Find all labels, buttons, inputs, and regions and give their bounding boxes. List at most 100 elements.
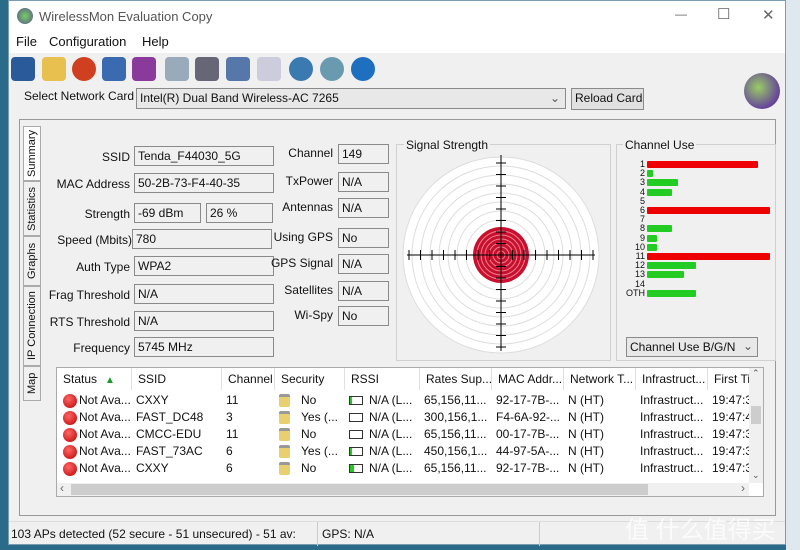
tab-ip-connection[interactable]: IP Connection	[23, 286, 41, 366]
signal-strength-title: Signal Strength	[404, 138, 491, 152]
frequency-field: 5745 MHz	[134, 337, 274, 357]
channel-bar	[647, 234, 657, 242]
table-row[interactable]: Not Ava... CXXY 6 No N/A (L... 65,156,11... 92…	[57, 460, 757, 477]
app-logo	[744, 73, 780, 109]
menu-file[interactable]: File	[16, 34, 37, 49]
column-header-9[interactable]: First Tir	[708, 368, 752, 390]
network-card-select[interactable]: Intel(R) Dual Band Wireless-AC 7265 ⌄	[136, 88, 566, 109]
cell: Yes (...	[301, 410, 338, 424]
column-header-3[interactable]: Security	[275, 368, 345, 390]
minimize-button[interactable]: —	[675, 7, 687, 21]
table-row[interactable]: Not Ava... FAST_73AC 6 Yes (... N/A (L... 450…	[57, 443, 757, 460]
cell: Not Ava...	[79, 410, 131, 424]
column-header-8[interactable]: Infrastruct...	[636, 368, 708, 390]
tab-map[interactable]: Map	[23, 366, 41, 401]
cell: Not Ava...	[79, 461, 131, 475]
cell: Infrastruct...	[640, 427, 704, 441]
cell: 300,156,1...	[424, 410, 488, 424]
reload-cards-button[interactable]: Reload Cards	[571, 88, 644, 110]
column-header-2[interactable]: Channel	[222, 368, 275, 390]
cell: N (HT)	[568, 461, 604, 475]
save-icon[interactable]	[11, 57, 35, 81]
tab-summary[interactable]: Summary	[23, 126, 41, 181]
app-window: WirelessMon Evaluation Copy — ☐ ✕ File C…	[8, 0, 786, 546]
open-folder-icon[interactable]	[42, 57, 66, 81]
scroll-thumb[interactable]	[751, 406, 761, 424]
satellites-label: Satellites	[284, 283, 333, 297]
cell: Not Ava...	[79, 393, 131, 407]
cell: 19:47:3	[712, 393, 752, 407]
maximize-button[interactable]: ☐	[717, 5, 730, 23]
horizontal-scrollbar[interactable]: ‹ ›	[57, 481, 749, 496]
frag-threshold-field: N/A	[134, 284, 274, 304]
auth-type-field: WPA2	[134, 256, 274, 276]
window-title: WirelessMon Evaluation Copy	[39, 9, 213, 24]
scroll-thumb[interactable]	[71, 484, 648, 495]
column-header-4[interactable]: RSSI	[345, 368, 420, 390]
menu-help[interactable]: Help	[142, 34, 169, 49]
channel-bar	[647, 262, 697, 270]
cell: No	[301, 393, 317, 407]
table-row[interactable]: Not Ava... FAST_DC48 3 Yes (... N/A (L... 300…	[57, 409, 757, 426]
cell: 92-17-7B-...	[496, 461, 560, 475]
channel-bar	[647, 170, 654, 178]
channel-bar	[647, 253, 770, 260]
cell: 6	[226, 461, 233, 475]
gps-signal-label: GPS Signal	[270, 256, 333, 270]
cell: Infrastruct...	[640, 393, 704, 407]
cell: 11	[226, 393, 239, 407]
channel-bar	[647, 289, 697, 297]
table-row[interactable]: Not Ava... CXXY 11 No N/A (L... 65,156,11... 9…	[57, 392, 757, 409]
cell: N (HT)	[568, 410, 604, 424]
column-header-label: Security	[281, 372, 325, 386]
wi-spy-label: Wi-Spy	[294, 308, 333, 322]
tab-statistics[interactable]: Statistics	[23, 181, 41, 236]
column-header-5[interactable]: Rates Sup...	[420, 368, 492, 390]
chevron-down-icon: ⌄	[549, 91, 560, 105]
cell: 3	[226, 410, 233, 424]
target-icon[interactable]	[72, 57, 96, 81]
status-aps: 103 APs detected (52 secure - 51 unsecur…	[11, 527, 296, 541]
strength-dbm-field: -69 dBm	[134, 203, 201, 223]
vertical-scrollbar[interactable]: ⌃ ⌄	[749, 368, 763, 483]
auth-type-label: Auth Type	[76, 260, 130, 274]
log-icon[interactable]	[226, 57, 250, 81]
column-header-label: Channel	[228, 372, 273, 386]
table-row[interactable]: Not Ava... CMCC-EDU 11 No N/A (L... 65,156,11…	[57, 426, 757, 443]
channel-bar	[647, 225, 672, 233]
channel-bar	[647, 161, 758, 168]
column-header-6[interactable]: MAC Addr...	[492, 368, 564, 390]
close-button[interactable]: ✕	[762, 6, 775, 24]
clipboard-icon[interactable]	[257, 57, 281, 81]
channel-bar	[647, 243, 657, 251]
cell: No	[301, 461, 317, 475]
cell: No	[301, 427, 317, 441]
wi-spy-field: No	[338, 306, 389, 326]
column-header-label: First Tir	[714, 372, 752, 386]
cell: F4-6A-92-...	[496, 410, 561, 424]
menu-configuration[interactable]: Configuration	[49, 34, 126, 49]
network-disconnect-icon[interactable]	[132, 57, 156, 81]
tab-graphs[interactable]: Graphs	[23, 236, 41, 286]
column-header-7[interactable]: Network T...	[564, 368, 636, 390]
export-icon[interactable]	[165, 57, 189, 81]
help-icon[interactable]	[351, 57, 375, 81]
globe-icon[interactable]	[289, 57, 313, 81]
info-icon[interactable]	[320, 57, 344, 81]
column-header-1[interactable]: SSID	[132, 368, 222, 390]
cell: N/A (L...	[369, 393, 413, 407]
network-cards-icon[interactable]	[102, 57, 126, 81]
cell: N/A (L...	[369, 461, 413, 475]
cell: 11	[226, 427, 239, 441]
cell: 450,156,1...	[424, 444, 488, 458]
column-header-label: MAC Addr...	[498, 372, 563, 386]
channel-bar	[647, 179, 678, 187]
print-icon[interactable]	[195, 57, 219, 81]
column-header-0[interactable]: Status ▲	[57, 368, 132, 390]
using-gps-label: Using GPS	[273, 230, 333, 244]
cell: 19:47:3	[712, 461, 752, 475]
mac-address-label: MAC Address	[56, 177, 130, 191]
txpower-field: N/A	[338, 172, 389, 192]
channel-use-dropdown[interactable]: Channel Use B/G/N ⌄	[626, 337, 758, 357]
scroll-right-icon: ›	[741, 481, 745, 495]
